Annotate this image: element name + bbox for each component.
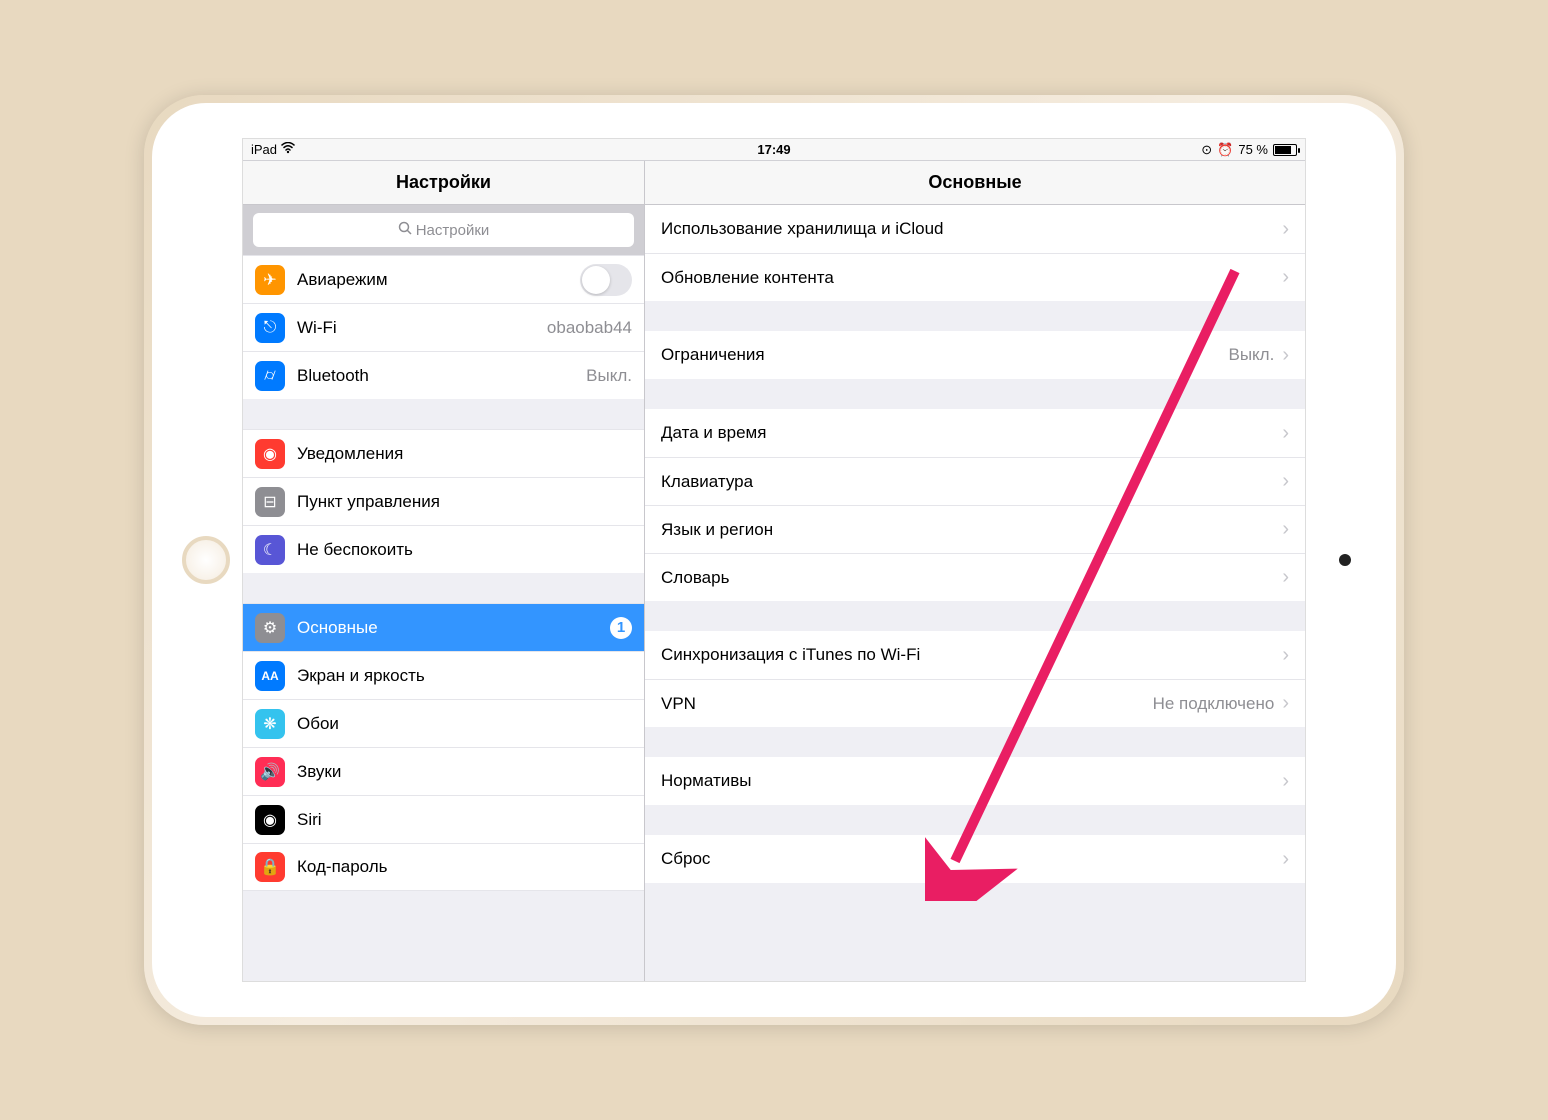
sidebar-item-label: Bluetooth xyxy=(297,366,578,386)
battery-icon xyxy=(1273,144,1297,156)
row-label: Сброс xyxy=(661,849,1274,869)
status-bar: iPad 17:49 ⊙ ⏰ 75 % xyxy=(243,139,1305,161)
sidebar[interactable]: Настройки Настройки ✈ Авиарежим ⎋ Wi-Fi obao… xyxy=(243,161,645,981)
detail-row-background-refresh[interactable]: Обновление контента › xyxy=(645,253,1305,301)
sidebar-item-label: Wi-Fi xyxy=(297,318,539,338)
chevron-right-icon: › xyxy=(1282,692,1289,715)
search-placeholder: Настройки xyxy=(416,222,490,239)
sidebar-item-value: obaobab44 xyxy=(547,318,632,338)
detail-row-itunes-sync[interactable]: Синхронизация с iTunes по Wi-Fi › xyxy=(645,631,1305,679)
siri-icon: ◉ xyxy=(255,805,285,835)
detail-row-regulatory[interactable]: Нормативы › xyxy=(645,757,1305,805)
battery-percent: 75 % xyxy=(1238,142,1268,157)
sidebar-item-bluetooth[interactable]: ⌭ Bluetooth Выкл. xyxy=(243,351,644,399)
wallpaper-icon: ❋ xyxy=(255,709,285,739)
detail-row-language[interactable]: Язык и регион › xyxy=(645,505,1305,553)
search-input[interactable]: Настройки xyxy=(253,213,634,247)
status-device: iPad xyxy=(251,142,277,157)
alarm-icon: ⏰ xyxy=(1217,142,1233,158)
detail-row-reset[interactable]: Сброс › xyxy=(645,835,1305,883)
sidebar-title: Настройки xyxy=(243,161,644,205)
row-label: Синхронизация с iTunes по Wi-Fi xyxy=(661,645,1274,665)
sidebar-item-label: Siri xyxy=(297,810,632,830)
sidebar-item-label: Звуки xyxy=(297,762,632,782)
row-label: Дата и время xyxy=(661,423,1274,443)
home-button[interactable] xyxy=(182,536,230,584)
sidebar-item-label: Уведомления xyxy=(297,444,632,464)
chevron-right-icon: › xyxy=(1282,344,1289,367)
detail-row-storage[interactable]: Использование хранилища и iCloud › xyxy=(645,205,1305,253)
sidebar-item-siri[interactable]: ◉ Siri xyxy=(243,795,644,843)
detail-row-vpn[interactable]: VPNНе подключено › xyxy=(645,679,1305,727)
detail-row-dictionary[interactable]: Словарь › xyxy=(645,553,1305,601)
sidebar-item-value: Выкл. xyxy=(586,366,632,386)
row-label: Язык и регион xyxy=(661,520,1274,540)
row-label: Словарь xyxy=(661,568,1274,588)
ipad-frame: iPad 17:49 ⊙ ⏰ 75 % Настройки xyxy=(144,95,1404,1025)
sidebar-item-passcode[interactable]: 🔒 Код-пароль xyxy=(243,843,644,891)
display-icon: AA xyxy=(255,661,285,691)
detail-row-date-time[interactable]: Дата и время › xyxy=(645,409,1305,457)
wifi-signal-icon xyxy=(281,142,295,157)
sidebar-item-airplane[interactable]: ✈ Авиарежим xyxy=(243,255,644,303)
row-label: Использование хранилища и iCloud xyxy=(661,219,1274,239)
front-camera xyxy=(1339,554,1351,566)
chevron-right-icon: › xyxy=(1282,218,1289,241)
airplane-icon: ✈ xyxy=(255,265,285,295)
sidebar-item-wallpaper[interactable]: ❋ Обои xyxy=(243,699,644,747)
sidebar-item-control-center[interactable]: ⊟ Пункт управления xyxy=(243,477,644,525)
chevron-right-icon: › xyxy=(1282,848,1289,871)
sidebar-item-label: Обои xyxy=(297,714,632,734)
chevron-right-icon: › xyxy=(1282,422,1289,445)
row-value: Не подключено xyxy=(1153,694,1275,714)
chevron-right-icon: › xyxy=(1282,566,1289,589)
chevron-right-icon: › xyxy=(1282,518,1289,541)
row-label: VPN xyxy=(661,694,1153,714)
chevron-right-icon: › xyxy=(1282,470,1289,493)
search-wrap: Настройки xyxy=(243,205,644,255)
sidebar-item-label: Авиарежим xyxy=(297,270,580,290)
chevron-right-icon: › xyxy=(1282,644,1289,667)
wifi-icon: ⎋ xyxy=(255,313,285,343)
bluetooth-icon: ⌭ xyxy=(255,361,285,391)
detail-title: Основные xyxy=(645,161,1305,205)
orientation-lock-icon: ⊙ xyxy=(1201,142,1212,158)
ipad-bezel: iPad 17:49 ⊙ ⏰ 75 % Настройки xyxy=(152,103,1396,1017)
sidebar-item-display[interactable]: AA Экран и яркость xyxy=(243,651,644,699)
sidebar-item-sounds[interactable]: 🔊 Звуки xyxy=(243,747,644,795)
toggle-airplane[interactable] xyxy=(580,264,632,296)
chevron-right-icon: › xyxy=(1282,770,1289,793)
chevron-right-icon: › xyxy=(1282,266,1289,289)
status-time: 17:49 xyxy=(757,142,790,157)
sidebar-item-label: Код-пароль xyxy=(297,857,632,877)
row-label: Нормативы xyxy=(661,771,1274,791)
sidebar-item-label: Не беспокоить xyxy=(297,540,632,560)
passcode-icon: 🔒 xyxy=(255,852,285,882)
sidebar-item-label: Основные xyxy=(297,618,610,638)
search-icon xyxy=(398,221,412,239)
row-label: Ограничения xyxy=(661,345,1228,365)
detail-row-keyboard[interactable]: Клавиатура › xyxy=(645,457,1305,505)
badge: 1 xyxy=(610,617,632,639)
control-center-icon: ⊟ xyxy=(255,487,285,517)
detail-pane[interactable]: Основные Использование хранилища и iClou… xyxy=(645,161,1305,981)
row-label: Обновление контента xyxy=(661,268,1274,288)
sidebar-item-label: Экран и яркость xyxy=(297,666,632,686)
row-value: Выкл. xyxy=(1228,345,1274,365)
row-label: Клавиатура xyxy=(661,472,1274,492)
sidebar-item-notifications[interactable]: ◉ Уведомления xyxy=(243,429,644,477)
screen: iPad 17:49 ⊙ ⏰ 75 % Настройки xyxy=(242,138,1306,982)
sidebar-item-label: Пункт управления xyxy=(297,492,632,512)
sidebar-item-dnd[interactable]: ☾ Не беспокоить xyxy=(243,525,644,573)
gear-icon: ⚙ xyxy=(255,613,285,643)
dnd-icon: ☾ xyxy=(255,535,285,565)
detail-row-restrictions[interactable]: ОграниченияВыкл. › xyxy=(645,331,1305,379)
sidebar-item-wifi[interactable]: ⎋ Wi-Fi obaobab44 xyxy=(243,303,644,351)
sounds-icon: 🔊 xyxy=(255,757,285,787)
notifications-icon: ◉ xyxy=(255,439,285,469)
sidebar-item-general[interactable]: ⚙ Основные1 xyxy=(243,603,644,651)
